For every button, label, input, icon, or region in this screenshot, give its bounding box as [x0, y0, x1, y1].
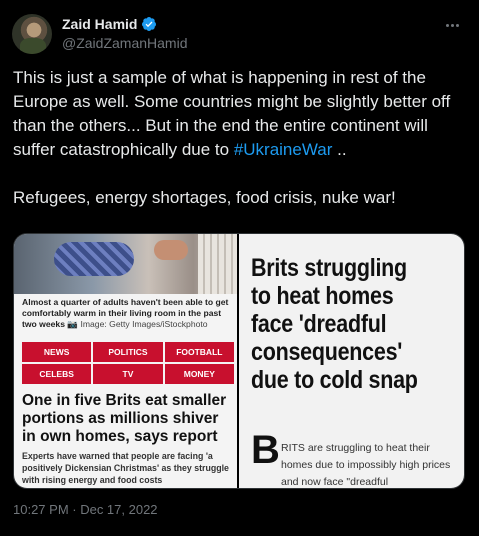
- hashtag-link[interactable]: #UkraineWar: [234, 140, 333, 159]
- nav-cell: FOOTBALL: [164, 342, 234, 362]
- article-photo: [14, 234, 237, 294]
- photo-caption: Almost a quarter of adults haven't been …: [22, 297, 234, 330]
- nav-cell: MONEY: [164, 364, 234, 384]
- author-handle[interactable]: @ZaidZamanHamid: [62, 35, 187, 51]
- article-body-right: RITS are struggling to heat their homes …: [281, 442, 451, 488]
- nav-cell: CELEBS: [22, 364, 92, 384]
- tweet-text: This is just a sample of what is happeni…: [13, 66, 471, 210]
- article-dropcap: B: [251, 428, 280, 472]
- media-image-left[interactable]: Almost a quarter of adults haven't been …: [14, 234, 237, 488]
- more-options-icon[interactable]: [441, 14, 463, 36]
- nav-cell: NEWS: [22, 342, 92, 362]
- tweet-timestamp[interactable]: 10:27 PM · Dec 17, 2022: [13, 502, 158, 517]
- avatar[interactable]: [12, 14, 52, 54]
- tweet-text-line1: This is just a sample of what is happeni…: [13, 68, 451, 159]
- article-headline-left: One in five Brits eat smaller portions a…: [22, 392, 227, 445]
- tweet-text-line2: Refugees, energy shortages, food crisis,…: [13, 188, 396, 207]
- photo-credit: 📷 Image: Getty Images/iStockphoto: [67, 319, 208, 329]
- tweet: Zaid Hamid @ZaidZamanHamid This is just …: [0, 0, 479, 536]
- author-name-row: Zaid Hamid: [62, 16, 157, 32]
- author-display-name[interactable]: Zaid Hamid: [62, 16, 137, 32]
- newspaper-nav: NEWS POLITICS FOOTBALL CELEBS TV MONEY: [22, 342, 234, 384]
- media-grid[interactable]: Almost a quarter of adults haven't been …: [13, 233, 465, 489]
- verified-badge-icon: [142, 17, 157, 31]
- article-headline-right: Brits struggling to heat homes face 'dre…: [251, 254, 418, 394]
- tweet-text-suffix: ..: [332, 140, 347, 159]
- article-standfirst: Experts have warned that people are faci…: [22, 451, 229, 485]
- nav-cell: POLITICS: [93, 342, 163, 362]
- nav-cell: TV: [93, 364, 163, 384]
- media-image-right[interactable]: Brits struggling to heat homes face 'dre…: [239, 234, 464, 488]
